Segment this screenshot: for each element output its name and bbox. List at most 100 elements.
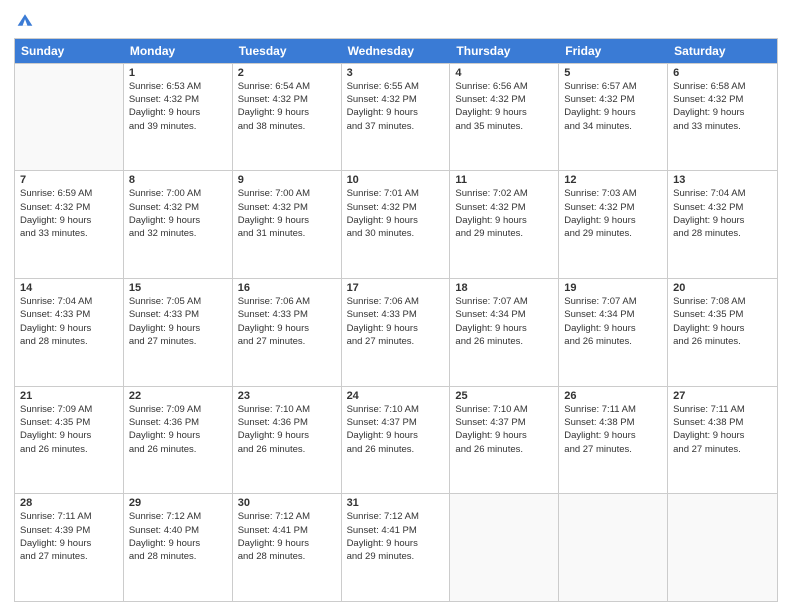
cell-line3: Daylight: 9 hours: [129, 214, 227, 227]
cell-line1: Sunrise: 6:59 AM: [20, 187, 118, 200]
day-number: 13: [673, 174, 772, 186]
cell-line4: and 33 minutes.: [673, 120, 772, 133]
day-number: 6: [673, 67, 772, 79]
calendar-row-2: 7Sunrise: 6:59 AMSunset: 4:32 PMDaylight…: [15, 170, 777, 278]
calendar-header: SundayMondayTuesdayWednesdayThursdayFrid…: [15, 39, 777, 63]
cell-line3: Daylight: 9 hours: [347, 537, 445, 550]
cell-line3: Daylight: 9 hours: [673, 106, 772, 119]
cell-line2: Sunset: 4:33 PM: [238, 308, 336, 321]
day-cell-28: 28Sunrise: 7:11 AMSunset: 4:39 PMDayligh…: [15, 494, 124, 601]
cell-line1: Sunrise: 7:10 AM: [455, 403, 553, 416]
cell-line2: Sunset: 4:36 PM: [129, 416, 227, 429]
header-day-sunday: Sunday: [15, 39, 124, 63]
cell-line2: Sunset: 4:33 PM: [129, 308, 227, 321]
cell-line3: Daylight: 9 hours: [455, 322, 553, 335]
header-day-wednesday: Wednesday: [342, 39, 451, 63]
day-cell-30: 30Sunrise: 7:12 AMSunset: 4:41 PMDayligh…: [233, 494, 342, 601]
cell-line3: Daylight: 9 hours: [347, 106, 445, 119]
day-cell-20: 20Sunrise: 7:08 AMSunset: 4:35 PMDayligh…: [668, 279, 777, 386]
day-cell-16: 16Sunrise: 7:06 AMSunset: 4:33 PMDayligh…: [233, 279, 342, 386]
day-number: 12: [564, 174, 662, 186]
day-cell-3: 3Sunrise: 6:55 AMSunset: 4:32 PMDaylight…: [342, 64, 451, 171]
cell-line1: Sunrise: 7:07 AM: [455, 295, 553, 308]
cell-line1: Sunrise: 7:12 AM: [129, 510, 227, 523]
cell-line4: and 27 minutes.: [347, 335, 445, 348]
cell-line1: Sunrise: 7:07 AM: [564, 295, 662, 308]
cell-line4: and 33 minutes.: [20, 227, 118, 240]
cell-line2: Sunset: 4:41 PM: [347, 524, 445, 537]
day-number: 10: [347, 174, 445, 186]
day-number: 3: [347, 67, 445, 79]
cell-line3: Daylight: 9 hours: [564, 106, 662, 119]
day-number: 19: [564, 282, 662, 294]
cell-line3: Daylight: 9 hours: [455, 214, 553, 227]
cell-line2: Sunset: 4:35 PM: [20, 416, 118, 429]
day-cell-24: 24Sunrise: 7:10 AMSunset: 4:37 PMDayligh…: [342, 387, 451, 494]
day-number: 16: [238, 282, 336, 294]
cell-line4: and 34 minutes.: [564, 120, 662, 133]
cell-line2: Sunset: 4:41 PM: [238, 524, 336, 537]
cell-line1: Sunrise: 7:12 AM: [347, 510, 445, 523]
calendar-row-3: 14Sunrise: 7:04 AMSunset: 4:33 PMDayligh…: [15, 278, 777, 386]
cell-line3: Daylight: 9 hours: [129, 429, 227, 442]
cell-line3: Daylight: 9 hours: [20, 429, 118, 442]
day-cell-22: 22Sunrise: 7:09 AMSunset: 4:36 PMDayligh…: [124, 387, 233, 494]
cell-line3: Daylight: 9 hours: [238, 429, 336, 442]
day-cell-4: 4Sunrise: 6:56 AMSunset: 4:32 PMDaylight…: [450, 64, 559, 171]
day-cell-9: 9Sunrise: 7:00 AMSunset: 4:32 PMDaylight…: [233, 171, 342, 278]
cell-line1: Sunrise: 7:11 AM: [20, 510, 118, 523]
cell-line2: Sunset: 4:32 PM: [455, 201, 553, 214]
cell-line1: Sunrise: 7:10 AM: [347, 403, 445, 416]
cell-line4: and 28 minutes.: [673, 227, 772, 240]
logo: [14, 10, 37, 30]
cell-line4: and 27 minutes.: [20, 550, 118, 563]
cell-line1: Sunrise: 7:06 AM: [347, 295, 445, 308]
header-day-saturday: Saturday: [668, 39, 777, 63]
cell-line3: Daylight: 9 hours: [238, 537, 336, 550]
day-number: 27: [673, 390, 772, 402]
cell-line1: Sunrise: 6:54 AM: [238, 80, 336, 93]
cell-line3: Daylight: 9 hours: [238, 214, 336, 227]
cell-line3: Daylight: 9 hours: [347, 214, 445, 227]
cell-line4: and 26 minutes.: [129, 443, 227, 456]
day-cell-27: 27Sunrise: 7:11 AMSunset: 4:38 PMDayligh…: [668, 387, 777, 494]
cell-line4: and 28 minutes.: [129, 550, 227, 563]
cell-line3: Daylight: 9 hours: [673, 322, 772, 335]
cell-line4: and 26 minutes.: [347, 443, 445, 456]
cell-line1: Sunrise: 7:02 AM: [455, 187, 553, 200]
day-number: 28: [20, 497, 118, 509]
day-number: 15: [129, 282, 227, 294]
day-cell-10: 10Sunrise: 7:01 AMSunset: 4:32 PMDayligh…: [342, 171, 451, 278]
day-number: 22: [129, 390, 227, 402]
header-day-tuesday: Tuesday: [233, 39, 342, 63]
header-day-monday: Monday: [124, 39, 233, 63]
cell-line3: Daylight: 9 hours: [455, 429, 553, 442]
cell-line4: and 30 minutes.: [347, 227, 445, 240]
cell-line2: Sunset: 4:32 PM: [129, 201, 227, 214]
cell-line2: Sunset: 4:35 PM: [673, 308, 772, 321]
cell-line3: Daylight: 9 hours: [564, 429, 662, 442]
calendar-row-1: 1Sunrise: 6:53 AMSunset: 4:32 PMDaylight…: [15, 63, 777, 171]
cell-line2: Sunset: 4:34 PM: [564, 308, 662, 321]
day-cell-18: 18Sunrise: 7:07 AMSunset: 4:34 PMDayligh…: [450, 279, 559, 386]
day-cell-31: 31Sunrise: 7:12 AMSunset: 4:41 PMDayligh…: [342, 494, 451, 601]
day-number: 8: [129, 174, 227, 186]
day-cell-26: 26Sunrise: 7:11 AMSunset: 4:38 PMDayligh…: [559, 387, 668, 494]
cell-line1: Sunrise: 7:08 AM: [673, 295, 772, 308]
day-cell-2: 2Sunrise: 6:54 AMSunset: 4:32 PMDaylight…: [233, 64, 342, 171]
cell-line3: Daylight: 9 hours: [455, 106, 553, 119]
cell-line4: and 31 minutes.: [238, 227, 336, 240]
cell-line4: and 27 minutes.: [238, 335, 336, 348]
cell-line4: and 27 minutes.: [129, 335, 227, 348]
page: SundayMondayTuesdayWednesdayThursdayFrid…: [0, 0, 792, 612]
day-number: 25: [455, 390, 553, 402]
cell-line2: Sunset: 4:40 PM: [129, 524, 227, 537]
cell-line2: Sunset: 4:32 PM: [238, 93, 336, 106]
cell-line2: Sunset: 4:32 PM: [673, 93, 772, 106]
cell-line4: and 29 minutes.: [564, 227, 662, 240]
cell-line4: and 27 minutes.: [673, 443, 772, 456]
day-number: 31: [347, 497, 445, 509]
cell-line3: Daylight: 9 hours: [673, 429, 772, 442]
cell-line4: and 26 minutes.: [455, 335, 553, 348]
empty-cell: [450, 494, 559, 601]
